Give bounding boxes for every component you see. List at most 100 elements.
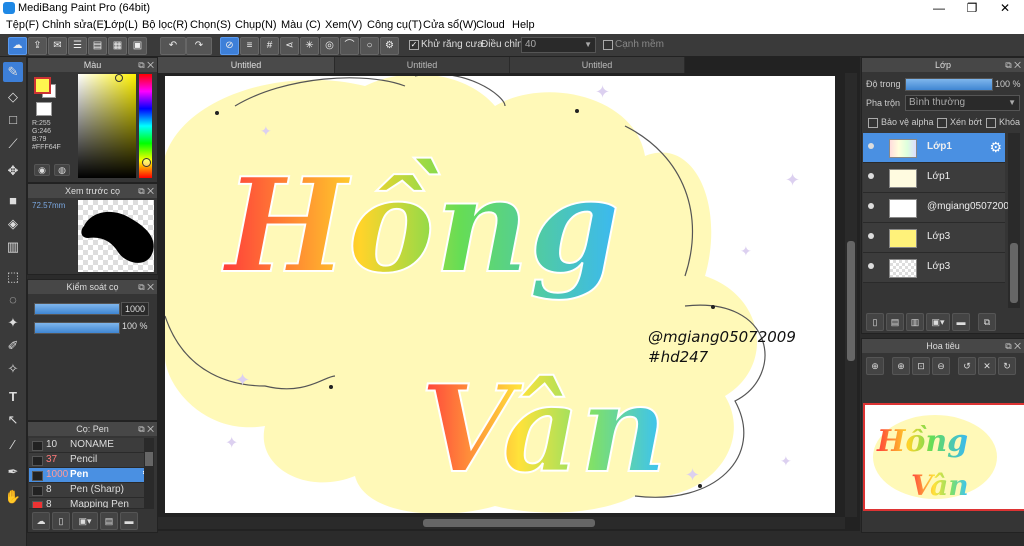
- layer-scrollbar[interactable]: [1008, 133, 1020, 308]
- eyedropper-tool-icon[interactable]: ⁄: [3, 435, 23, 455]
- dropper-tool-icon[interactable]: ✒: [3, 462, 23, 482]
- saturation-value-picker[interactable]: [78, 74, 136, 178]
- menu-edit[interactable]: Chỉnh sửa(E): [42, 19, 107, 31]
- brush-row[interactable]: 10 NONAME: [29, 438, 154, 453]
- clipping-checkbox[interactable]: [937, 118, 947, 128]
- canvas-hscroll-thumb[interactable]: [423, 519, 595, 527]
- transparent-swatch[interactable]: [36, 102, 52, 116]
- circle-snap-icon[interactable]: ◎: [320, 37, 339, 55]
- gear-icon[interactable]: ⚙: [989, 139, 1002, 156]
- panel-buttons-icon[interactable]: ⧉ ✕: [1005, 58, 1021, 72]
- rotate-left-icon[interactable]: ↺: [958, 357, 976, 375]
- lasso-tool-icon[interactable]: ◌: [3, 290, 23, 310]
- layer-folder-icon[interactable]: ▬: [952, 313, 970, 331]
- tab-untitled-3[interactable]: Untitled: [510, 57, 685, 73]
- blend-mode-select[interactable]: Bình thường ▼: [905, 95, 1020, 111]
- canvas-vscroll-thumb[interactable]: [847, 241, 855, 361]
- brush-row[interactable]: 8 Mapping Pen: [29, 498, 154, 509]
- eye-icon[interactable]: [868, 233, 874, 239]
- comment-icon[interactable]: ✉: [48, 37, 67, 55]
- menu-capture[interactable]: Chụp(N): [235, 19, 277, 31]
- primary-color-swatch[interactable]: [34, 77, 51, 94]
- shape-fill-icon[interactable]: ■: [3, 191, 23, 211]
- zoom-out-icon[interactable]: ⊖: [932, 357, 950, 375]
- panel-buttons-icon[interactable]: ⧉ ✕: [138, 58, 154, 72]
- canvas-hscroll[interactable]: [158, 517, 845, 529]
- select-eraser-icon[interactable]: ✧: [3, 359, 23, 379]
- layer-item[interactable]: Lớp1: [863, 163, 1005, 193]
- tab-untitled-1[interactable]: Untitled: [158, 57, 335, 73]
- minimize-button[interactable]: —: [922, 0, 956, 17]
- layer-item[interactable]: Lớp3: [863, 223, 1005, 253]
- duplicate-layer-icon[interactable]: ⧉: [978, 313, 996, 331]
- maximize-button[interactable]: ❐: [955, 0, 989, 17]
- brush-row-selected[interactable]: 1000 Pen ⚙: [29, 468, 154, 483]
- menu-view[interactable]: Xem(V): [325, 19, 362, 31]
- zoom-in-icon[interactable]: ⊕: [866, 357, 884, 375]
- menu-cloud[interactable]: Cloud: [476, 19, 505, 31]
- hue-slider[interactable]: [139, 74, 152, 178]
- layer-item[interactable]: Lớp3: [863, 253, 1005, 283]
- menu-help[interactable]: Help: [512, 19, 535, 31]
- ellipse-snap-icon[interactable]: ○: [360, 37, 379, 55]
- select-pen-icon[interactable]: ✐: [3, 336, 23, 356]
- settings-icon[interactable]: ⚙: [380, 37, 399, 55]
- protect-alpha-checkbox[interactable]: [868, 118, 878, 128]
- new-layer-icon[interactable]: ▯: [866, 313, 884, 331]
- cross-snap-icon[interactable]: #: [260, 37, 279, 55]
- brush-list-scrollbar[interactable]: [144, 438, 154, 508]
- snap-off-icon[interactable]: ⊘: [220, 37, 239, 55]
- layer-item[interactable]: @mgiang05072009: [863, 193, 1014, 223]
- hand-tool-icon[interactable]: ✋: [3, 487, 23, 507]
- brush-row[interactable]: 8 Pen (Sharp): [29, 483, 154, 498]
- menu-file[interactable]: Tệp(F): [6, 19, 39, 31]
- vanishing-snap-icon[interactable]: ⋖: [280, 37, 299, 55]
- bucket-tool-icon[interactable]: ◈: [3, 214, 23, 234]
- operation-tool-icon[interactable]: ↖: [3, 410, 23, 430]
- rotate-right-icon[interactable]: ↻: [998, 357, 1016, 375]
- dot-tool-icon[interactable]: □: [3, 110, 23, 130]
- zoom-in-alt-icon[interactable]: ⊕: [892, 357, 910, 375]
- menu-window[interactable]: Cửa sổ(W): [423, 19, 477, 31]
- menu-layer[interactable]: Lớp(L): [105, 19, 138, 31]
- eye-icon[interactable]: [868, 203, 874, 209]
- text-tool-icon[interactable]: T: [3, 387, 23, 407]
- chat-icon[interactable]: ☰: [68, 37, 87, 55]
- share-icon[interactable]: ⇪: [28, 37, 47, 55]
- folder-icon[interactable]: ▬: [120, 512, 138, 530]
- close-button[interactable]: ✕: [988, 0, 1022, 17]
- palette-small-icon[interactable]: ◍: [54, 164, 70, 176]
- brush-list-scroll-thumb[interactable]: [145, 452, 153, 466]
- cloud-icon[interactable]: ☁: [8, 37, 27, 55]
- menu-color[interactable]: Màu (C): [281, 19, 321, 31]
- radial-snap-icon[interactable]: ✳: [300, 37, 319, 55]
- undo-icon[interactable]: ↶: [160, 37, 186, 55]
- menu-filter[interactable]: Bộ lọc(R): [142, 19, 188, 31]
- new-8bit-layer-icon[interactable]: ▥: [906, 313, 924, 331]
- brush-tool-icon[interactable]: ✎: [3, 62, 23, 82]
- eye-icon[interactable]: [868, 263, 874, 269]
- cloud-upload-icon[interactable]: ☁: [32, 512, 50, 530]
- new-brush-icon[interactable]: ▯: [52, 512, 70, 530]
- brush-doc-icon[interactable]: ▤: [100, 512, 118, 530]
- line-tool-icon[interactable]: ⟋: [3, 134, 23, 154]
- brush-size-value[interactable]: 1000: [121, 302, 149, 316]
- panel-buttons-icon[interactable]: ⧉ ✕: [1005, 339, 1021, 353]
- menu-tools[interactable]: Công cụ(T): [367, 19, 422, 31]
- fit-icon[interactable]: ⊡: [912, 357, 930, 375]
- navigator-preview[interactable]: Hồng Vân: [863, 403, 1024, 511]
- eraser-tool-icon[interactable]: ◇: [3, 87, 23, 107]
- layer-item[interactable]: Lớp1 ⚙: [863, 133, 1005, 163]
- curve-snap-icon[interactable]: ⌒: [340, 37, 359, 55]
- panels-icon[interactable]: ▣: [128, 37, 147, 55]
- select-rect-icon[interactable]: ⬚: [3, 267, 23, 287]
- parallel-snap-icon[interactable]: ≡: [240, 37, 259, 55]
- magic-wand-icon[interactable]: ✦: [3, 313, 23, 333]
- move-tool-icon[interactable]: ✥: [3, 161, 23, 181]
- panel-buttons-icon[interactable]: ⧉ ✕: [138, 280, 154, 294]
- reset-rotation-icon[interactable]: ✕: [978, 357, 996, 375]
- lock-checkbox[interactable]: [986, 118, 996, 128]
- redo-icon[interactable]: ↷: [186, 37, 212, 55]
- smooth-checkbox[interactable]: [603, 40, 613, 50]
- panel-buttons-icon[interactable]: ⧉ ✕: [138, 422, 154, 436]
